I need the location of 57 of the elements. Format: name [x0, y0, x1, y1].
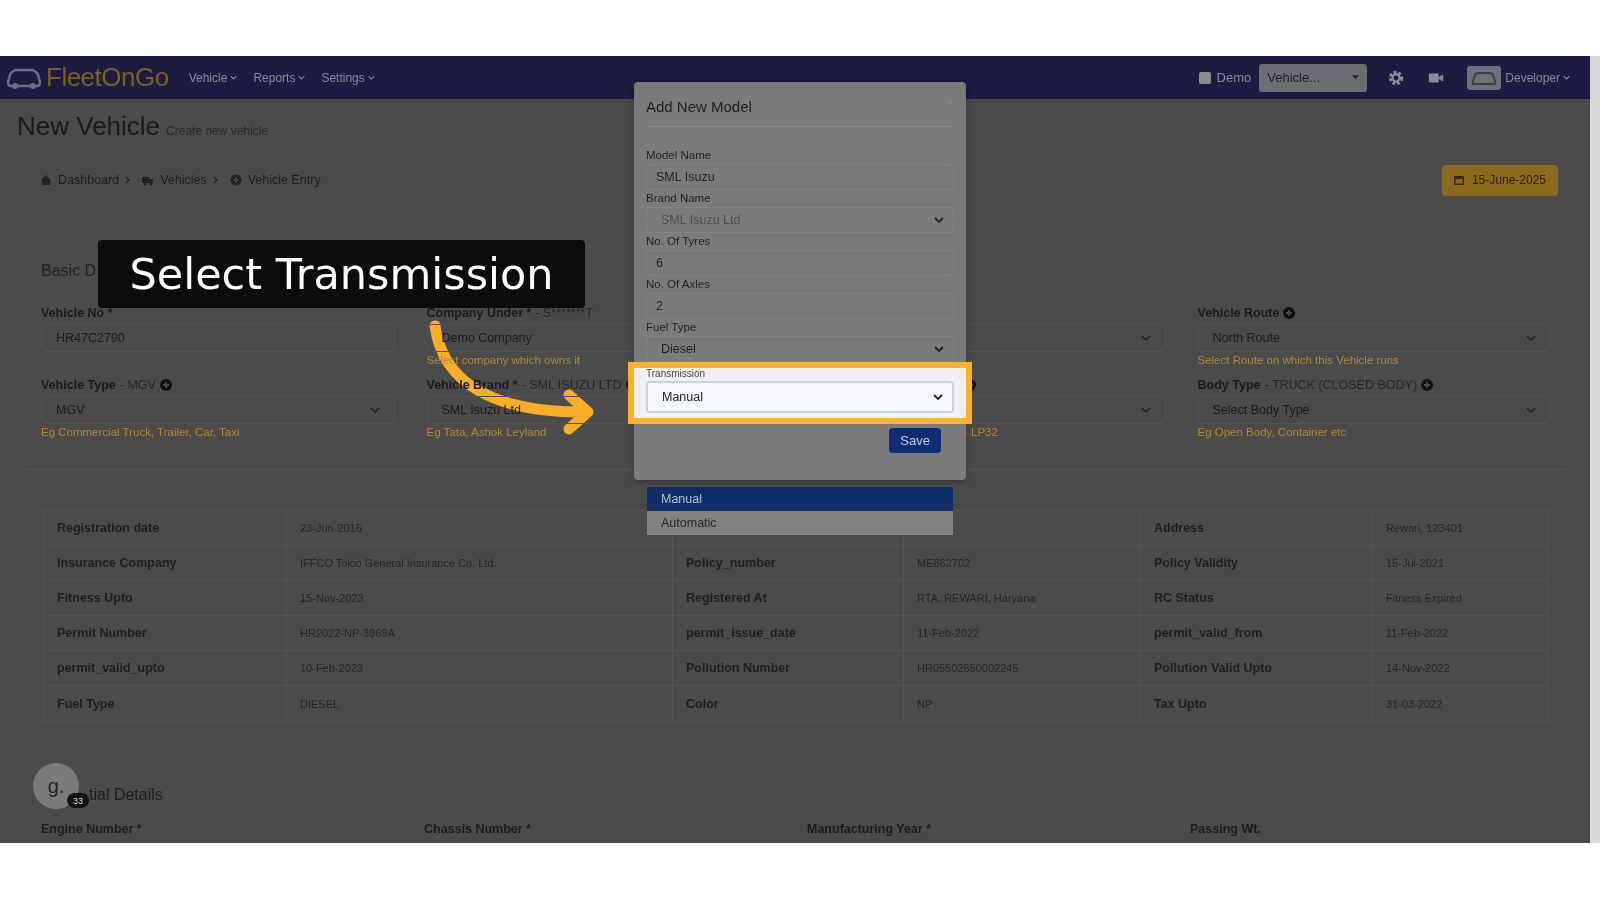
helper-text: Select Route on which this Vehicle runs — [1197, 354, 1399, 368]
field-label: Model Name — [646, 149, 713, 163]
save-button[interactable]: Save — [889, 428, 941, 453]
nav-menu[interactable]: Vehicle — [188, 70, 238, 85]
calendar-icon — [1453, 175, 1464, 185]
user-menu[interactable]: Developer — [1505, 70, 1570, 85]
nav-menu[interactable]: Reports — [253, 70, 306, 85]
scrollbar[interactable] — [1590, 56, 1600, 843]
demo-checkbox[interactable] — [1198, 71, 1211, 84]
chevron-down-icon — [1526, 335, 1536, 341]
select-field[interactable]: Diesel — [646, 336, 954, 362]
select-field[interactable]: Manual — [646, 381, 954, 413]
chevron-down-icon — [369, 407, 380, 413]
home-icon — [40, 174, 52, 186]
vehicle-select[interactable]: Vehicle... — [1259, 63, 1368, 92]
helper-text: Eg Commercial Truck, Trailer, Car, Taxi — [41, 426, 240, 440]
text-field[interactable]: SML Isuzu — [646, 164, 954, 190]
truck-icon — [142, 174, 155, 186]
chevron-down-icon — [934, 346, 944, 352]
field-label: Transmission — [646, 368, 707, 381]
dropdown-option[interactable]: Automatic — [647, 511, 953, 535]
add-icon[interactable] — [1421, 379, 1434, 391]
user-avatar-icon[interactable] — [1467, 65, 1502, 90]
dialog-title: Add New Model — [646, 97, 752, 115]
chevron-down-icon — [298, 75, 306, 80]
add-icon[interactable] — [1283, 307, 1296, 319]
settings-icon[interactable] — [1387, 68, 1406, 87]
helper-text: Eg Open Body, Container etc — [1197, 426, 1347, 440]
text-field[interactable]: 6 — [646, 250, 954, 276]
field-label: Brand Name — [646, 192, 712, 206]
chevron-down-icon — [1140, 335, 1151, 341]
callout-tooltip: Select Transmission — [98, 240, 585, 308]
demo-label: Demo — [1216, 70, 1252, 85]
chevron-down-icon — [367, 75, 375, 80]
chevron-down-icon — [933, 394, 943, 400]
nav-menu[interactable]: Settings — [321, 70, 375, 85]
chevron-down-icon — [934, 217, 944, 223]
helper-text: Eg Tata, Ashok Leyland — [426, 426, 547, 440]
chevron-right-icon — [212, 176, 218, 184]
chevron-down-icon — [1140, 407, 1151, 413]
helper-text: - LP32 — [964, 426, 998, 440]
circle-plus-icon — [229, 174, 242, 186]
chevron-down-icon — [1526, 407, 1536, 413]
add-icon[interactable] — [159, 379, 172, 391]
chevron-down-icon — [1563, 75, 1570, 80]
date-label: 15-June-2025 — [1471, 173, 1546, 187]
chevron-down-icon — [230, 75, 238, 80]
field-label: No. Of Tyres — [646, 235, 712, 249]
brand-logo[interactable]: FleetOnGo — [4, 62, 169, 93]
text-field[interactable]: 2 — [646, 293, 954, 319]
field-label: Fuel Type — [646, 321, 698, 335]
chevron-right-icon — [125, 176, 131, 184]
count-badge: 33 — [67, 793, 89, 808]
dropdown-option[interactable]: Manual — [647, 487, 953, 511]
caret-down-icon — [1352, 75, 1360, 80]
date-button[interactable]: 15-June-2025 — [1441, 164, 1558, 196]
field-label: No. Of Axles — [646, 278, 711, 292]
